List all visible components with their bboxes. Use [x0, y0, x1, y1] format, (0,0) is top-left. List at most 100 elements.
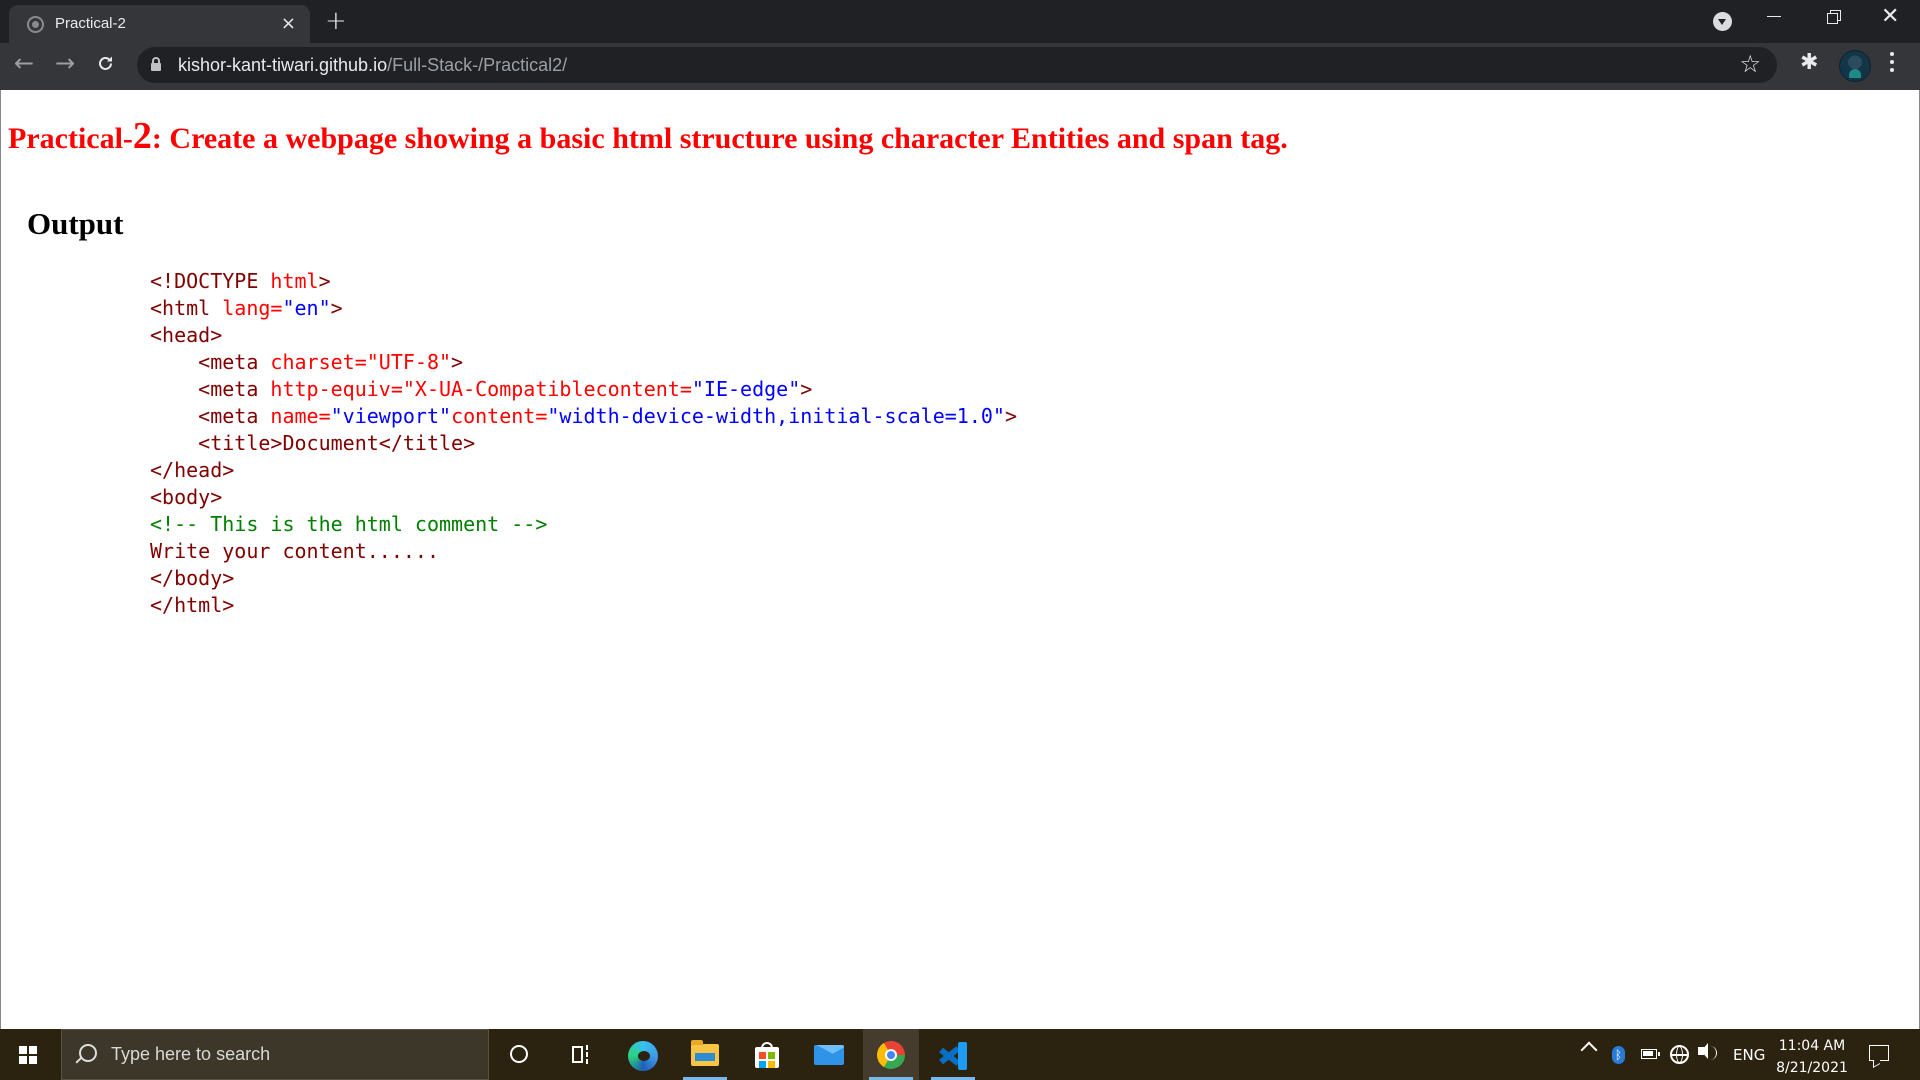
page-heading: Practical-2: Create a webpage showing a …: [8, 114, 1288, 158]
address-bar[interactable]: kishor-kant-tiwari.github.io/Full-Stack-…: [137, 47, 1777, 83]
code-token: "IE-edge": [691, 377, 801, 401]
url-host: kishor-kant-tiwari.github.io: [178, 55, 388, 75]
code-line: <html lang="en">: [150, 295, 1017, 322]
taskbar-edge[interactable]: [615, 1029, 671, 1080]
browser-tab[interactable]: Practical-2 ×: [9, 5, 310, 43]
volume-wave-icon: [1710, 1046, 1717, 1060]
code-token: http-equiv="X-UA-Compatiblecontent=: [270, 377, 692, 401]
taskbar-search-box[interactable]: Type here to search: [61, 1029, 489, 1080]
code-line: <meta name="viewport"content="width-devi…: [150, 403, 1017, 430]
browser-toolbar: ← → kishor-kant-tiwari.github.io/Full-St…: [0, 43, 1920, 90]
code-token: <meta: [150, 377, 271, 401]
clock-date: 8/21/2021: [1776, 1060, 1848, 1076]
language-indicator[interactable]: ENG: [1733, 1046, 1765, 1064]
code-token: charset="UTF-8": [270, 350, 452, 374]
file-explorer-icon: [691, 1040, 719, 1066]
code-token: <title>Document</title>: [150, 431, 476, 455]
cortana-icon: [510, 1045, 528, 1063]
url-text[interactable]: kishor-kant-tiwari.github.io/Full-Stack-…: [178, 55, 567, 76]
restore-icon[interactable]: [1827, 10, 1841, 24]
code-token: </html>: [150, 593, 235, 617]
lock-icon[interactable]: [151, 57, 161, 71]
code-token: <meta: [150, 350, 271, 374]
back-icon[interactable]: ←: [14, 49, 34, 77]
taskbar-vscode[interactable]: [925, 1029, 981, 1080]
code-token: <html: [150, 296, 223, 320]
code-token: <head>: [150, 323, 223, 347]
code-line: <body>: [150, 484, 1017, 511]
code-line: <title>Document</title>: [150, 430, 1017, 457]
taskbar-file-explorer[interactable]: [677, 1029, 733, 1080]
reload-icon[interactable]: [96, 54, 115, 73]
task-view-button[interactable]: [553, 1029, 609, 1080]
bluetooth-icon[interactable]: ᛒ: [1612, 1046, 1625, 1064]
clock[interactable]: 11:04 AM 8/21/2021: [1772, 1035, 1852, 1079]
code-block: <!DOCTYPE html> <html lang="en"> <head> <m…: [150, 268, 1017, 619]
code-token: <!DOCTYPE: [150, 269, 271, 293]
tab-title: Practical-2: [55, 15, 126, 32]
code-token: Write your content......: [150, 539, 439, 563]
show-hidden-icons-chevron-icon[interactable]: [1580, 1041, 1598, 1059]
code-token: >: [451, 350, 464, 374]
code-token: "viewport": [330, 404, 452, 428]
edge-browser-icon: [628, 1041, 658, 1071]
code-token: name=: [270, 404, 331, 428]
code-line: <meta http-equiv="X-UA-Compatiblecontent…: [150, 376, 1017, 403]
minimize-icon[interactable]: [1767, 16, 1781, 17]
page-content: Practical-2: Create a webpage showing a …: [0, 90, 1920, 1029]
code-line: Write your content......: [150, 538, 1017, 565]
new-tab-button[interactable]: +: [325, 6, 347, 36]
chrome-icon: [877, 1041, 905, 1069]
code-token: <!-- This is the html comment -->: [150, 512, 548, 536]
forward-icon[interactable]: →: [55, 49, 75, 77]
bookmark-star-icon[interactable]: ☆: [1739, 50, 1761, 78]
code-token: <body>: [150, 485, 223, 509]
code-token: >: [1004, 404, 1017, 428]
code-line: <meta charset="UTF-8">: [150, 349, 1017, 376]
code-token: >: [800, 377, 813, 401]
close-window-icon[interactable]: ✕: [1881, 4, 1899, 29]
microsoft-store-icon: [755, 1042, 779, 1068]
volume-icon[interactable]: [1698, 1043, 1708, 1059]
windows-start-icon[interactable]: [19, 1046, 37, 1064]
code-token: "en": [282, 296, 331, 320]
vscode-icon: [939, 1042, 967, 1070]
globe-icon: [27, 16, 44, 33]
search-placeholder: Type here to search: [111, 1044, 271, 1064]
code-line: <!DOCTYPE html>: [150, 268, 1017, 295]
code-line: </body>: [150, 565, 1017, 592]
code-line: <head>: [150, 322, 1017, 349]
battery-icon[interactable]: [1641, 1049, 1660, 1059]
url-path: /Full-Stack-/Practical2/: [387, 55, 568, 75]
code-token: >: [330, 296, 343, 320]
code-token: "width-device-width,initial-scale=1.0": [547, 404, 1005, 428]
code-line: </head>: [150, 457, 1017, 484]
code-token: >: [318, 269, 331, 293]
code-token: <meta: [150, 404, 271, 428]
search-icon: [79, 1044, 97, 1062]
browser-title-bar: Practical-2 × + ✕: [0, 0, 1920, 43]
extensions-puzzle-icon[interactable]: ✱: [1800, 50, 1818, 75]
output-title: Output: [27, 206, 124, 241]
taskbar-store[interactable]: [739, 1029, 795, 1080]
tab-close-icon[interactable]: ×: [281, 13, 296, 34]
network-globe-icon[interactable]: [1670, 1045, 1689, 1064]
heading-number: 2: [132, 115, 152, 157]
code-line: </html>: [150, 592, 1017, 619]
taskbar: Type here to search ᛒ ENG 11:04 AM 8/21/…: [0, 1029, 1920, 1080]
heading-text: : Create a webpage showing a basic html …: [151, 122, 1288, 155]
taskbar-mail[interactable]: [801, 1029, 857, 1080]
taskbar-chrome[interactable]: [863, 1029, 919, 1080]
action-center-icon[interactable]: [1869, 1045, 1889, 1061]
clock-time: 11:04 AM: [1778, 1038, 1846, 1054]
cortana-button[interactable]: [491, 1029, 547, 1080]
kebab-menu-icon[interactable]: [1890, 52, 1894, 76]
mail-icon: [814, 1045, 844, 1065]
code-line: <!-- This is the html comment -->: [150, 511, 1017, 538]
profile-avatar[interactable]: [1839, 50, 1871, 82]
tab-search-icon[interactable]: [1713, 12, 1732, 31]
task-view-icon: [572, 1045, 592, 1064]
heading-prefix: Practical-: [8, 122, 133, 155]
code-token: </head>: [150, 458, 235, 482]
code-token: content=: [451, 404, 548, 428]
